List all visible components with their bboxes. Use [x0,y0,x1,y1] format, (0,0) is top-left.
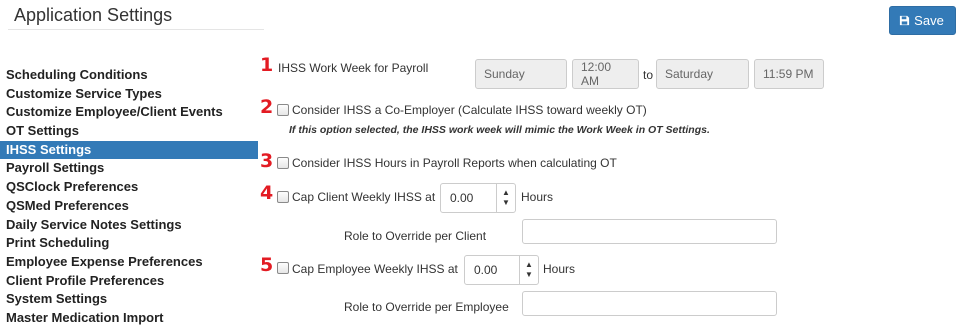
sidebar-item-customize-service-types[interactable]: Customize Service Types [0,85,258,104]
step-number-1: 1 [260,54,274,76]
work-week-label: IHSS Work Week for Payroll [278,61,429,75]
co-employer-checkbox[interactable] [277,104,289,116]
client-role-override-input[interactable] [522,219,777,244]
cap-employee-checkbox[interactable] [277,262,289,274]
floppy-disk-icon [899,15,910,26]
co-employer-note: If this option selected, the IHSS work w… [289,124,710,136]
stepper-down-icon[interactable]: ▼ [502,198,510,208]
sidebar-item-customize-events[interactable]: Customize Employee/Client Events [0,103,258,122]
step-number-3: 3 [260,150,274,172]
work-week-to-label: to [643,68,654,82]
cap-client-stepper-arrows[interactable]: ▲ ▼ [496,184,515,212]
sidebar-item-daily-service-notes[interactable]: Daily Service Notes Settings [0,216,258,235]
stepper-up-icon[interactable]: ▲ [502,188,510,198]
work-week-end-day-field: Saturday [656,59,749,89]
sidebar-item-system-settings[interactable]: System Settings [0,290,258,309]
settings-sidebar: Scheduling Conditions Customize Service … [0,66,258,328]
client-role-override-label: Role to Override per Client [344,229,487,243]
payroll-reports-checkbox[interactable] [277,157,289,169]
save-button-label: Save [914,13,944,28]
title-divider [8,29,264,30]
cap-employee-unit: Hours [543,262,576,276]
cap-client-checkbox[interactable] [277,191,289,203]
work-week-start-time-field: 12:00 AM [572,59,639,89]
cap-client-hours-value: 0.00 [450,191,474,205]
cap-employee-hours-stepper[interactable]: 0.00 ▲ ▼ [464,255,539,285]
co-employer-label: Consider IHSS a Co-Employer (Calculate I… [292,103,647,117]
sidebar-item-ihss-settings[interactable]: IHSS Settings [0,140,258,160]
step-number-2: 2 [260,96,274,118]
sidebar-item-employee-expense[interactable]: Employee Expense Preferences [0,253,258,272]
sidebar-item-client-profile[interactable]: Client Profile Preferences [0,272,258,291]
sidebar-item-payroll-settings[interactable]: Payroll Settings [0,159,258,178]
work-week-end-time-field: 11:59 PM [754,59,824,89]
payroll-reports-label: Consider IHSS Hours in Payroll Reports w… [292,156,617,170]
cap-employee-hours-value: 0.00 [474,263,498,277]
stepper-down-icon[interactable]: ▼ [525,270,533,280]
page-title: Application Settings [14,5,173,25]
stepper-up-icon[interactable]: ▲ [525,260,533,270]
sidebar-item-ot-settings[interactable]: OT Settings [0,122,258,141]
employee-role-override-label: Role to Override per Employee [344,300,509,314]
step-number-5: 5 [260,254,274,276]
sidebar-item-print-scheduling[interactable]: Print Scheduling [0,234,258,253]
cap-client-label: Cap Client Weekly IHSS at [292,190,436,204]
cap-client-unit: Hours [521,190,554,204]
sidebar-item-qsmed-preferences[interactable]: QSMed Preferences [0,197,258,216]
save-button[interactable]: Save [889,6,956,35]
cap-employee-stepper-arrows[interactable]: ▲ ▼ [519,256,538,284]
sidebar-item-scheduling-conditions[interactable]: Scheduling Conditions [0,66,258,85]
sidebar-item-qsclock-preferences[interactable]: QSClock Preferences [0,178,258,197]
cap-employee-label: Cap Employee Weekly IHSS at [292,262,458,276]
employee-role-override-input[interactable] [522,291,777,316]
cap-client-hours-stepper[interactable]: 0.00 ▲ ▼ [440,183,516,213]
step-number-4: 4 [260,182,274,204]
work-week-start-day-field: Sunday [475,59,567,89]
